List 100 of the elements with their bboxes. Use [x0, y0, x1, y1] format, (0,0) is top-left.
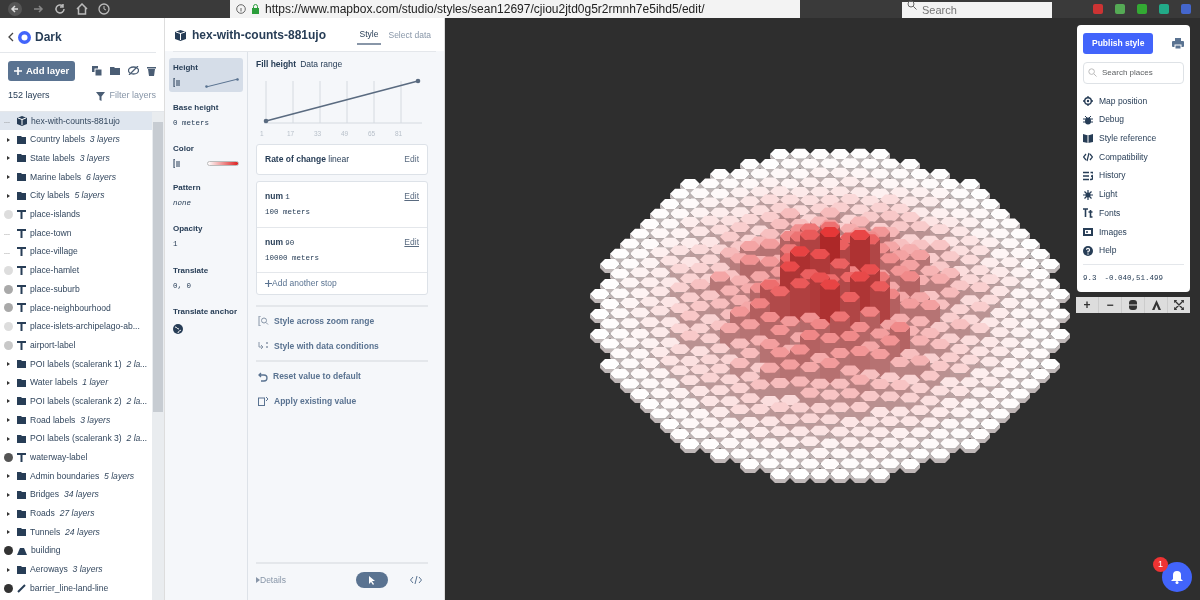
- layer-row[interactable]: POI labels (scalerank 2) 2 la...: [0, 392, 152, 411]
- notifications-button[interactable]: [1162, 562, 1192, 592]
- layer-row[interactable]: place-islets-archipelago-ab...: [0, 317, 152, 336]
- layer-row[interactable]: Country labels 3 layers: [0, 130, 152, 150]
- layer-group-name: Bridges 34 layers: [30, 488, 99, 502]
- layer-group-name: Road labels 3 layers: [30, 413, 111, 427]
- menu-item[interactable]: History: [1083, 166, 1184, 186]
- back-icon[interactable]: [8, 2, 22, 16]
- search-places-field[interactable]: Search places: [1083, 61, 1184, 84]
- folder-icon: [17, 397, 26, 406]
- publish-style-button[interactable]: Publish style: [1083, 33, 1154, 54]
- address-bar[interactable]: https://www.mapbox.com/studio/styles/sean12697/cjiou2jtd0g5r2rmnh7e5ihd5/edit/: [230, 0, 800, 18]
- layer-row[interactable]: place-suburb: [0, 279, 152, 299]
- property-item[interactable]: Height: [169, 57, 243, 92]
- layer-name: place-islets-archipelago-ab...: [30, 320, 140, 334]
- value-action-link[interactable]: Apply existing value: [256, 393, 428, 410]
- layer-group-name: Aeroways 3 layers: [30, 563, 103, 577]
- cube-icon: [175, 29, 186, 41]
- fullscreen-button[interactable]: [1168, 297, 1190, 313]
- image-icon: [1083, 226, 1093, 237]
- layer-name: place-town: [30, 226, 72, 240]
- extension-icon[interactable]: [1136, 3, 1148, 15]
- property-label: Translate: [173, 264, 210, 277]
- edit-link[interactable]: Edit: [404, 153, 419, 166]
- property-label: Color: [173, 143, 195, 155]
- zoom-button[interactable]: −: [1099, 297, 1121, 313]
- menu-item[interactable]: Images: [1083, 222, 1184, 242]
- layer-group-name: Marine labels 6 layers: [30, 170, 116, 184]
- layer-name: barrier_line-land-line: [30, 581, 109, 595]
- hide-icon[interactable]: [128, 66, 139, 76]
- filter-icon: [96, 91, 106, 101]
- property-item[interactable]: Color: [169, 139, 243, 172]
- layer-name: place-village: [30, 245, 78, 259]
- scrollbar-thumb[interactable]: [153, 121, 163, 412]
- property-item[interactable]: Translate anchor: [169, 301, 243, 339]
- add-stop-button[interactable]: Add another stop: [257, 273, 345, 294]
- menu-item[interactable]: Light: [1083, 185, 1184, 204]
- layer-row[interactable]: Water labels 1 layer: [0, 373, 152, 393]
- range-mode: Data range: [300, 57, 343, 71]
- layer-row[interactable]: Roads 27 layers: [0, 504, 152, 523]
- layer-row[interactable]: State labels 3 layers: [0, 149, 152, 168]
- menu-item[interactable]: Map position: [1083, 91, 1184, 111]
- layer-row[interactable]: City labels 5 layers: [0, 186, 152, 206]
- style-option-link[interactable]: Style with data conditions: [256, 337, 428, 355]
- select-tool-button[interactable]: [356, 572, 388, 588]
- menu-item[interactable]: Fonts: [1083, 203, 1184, 223]
- back-chevron-icon[interactable]: [8, 32, 14, 42]
- data-conditions-icon: [258, 340, 269, 351]
- duplicate-icon[interactable]: [92, 66, 102, 77]
- caret-icon: [256, 577, 260, 584]
- extension-icon[interactable]: [1114, 3, 1126, 15]
- layer-row[interactable]: waterway-label: [0, 448, 152, 467]
- layer-row[interactable]: place-hamlet: [0, 261, 152, 280]
- print-icon[interactable]: [1172, 38, 1184, 50]
- folder-icon[interactable]: [110, 66, 120, 76]
- layer-group-name: POI labels (scalerank 2) 2 la...: [30, 394, 148, 408]
- zoom-button[interactable]: +: [1076, 297, 1098, 313]
- scrollbar[interactable]: [152, 111, 164, 600]
- menu-item[interactable]: Debug: [1083, 110, 1184, 130]
- property-label: Height: [173, 61, 199, 74]
- edit-link[interactable]: Edit: [404, 190, 419, 204]
- forward-icon[interactable]: [32, 3, 44, 15]
- layer-row[interactable]: Aeroways 3 layers: [0, 560, 152, 579]
- layer-name: waterway-label: [30, 451, 88, 464]
- history-icon[interactable]: [98, 3, 110, 15]
- search-field[interactable]: Search: [902, 2, 1052, 19]
- refresh-icon[interactable]: [54, 3, 66, 15]
- layer-name: place-suburb: [30, 282, 80, 296]
- value-action-link[interactable]: Reset value to default: [256, 368, 428, 385]
- style-option-link[interactable]: Style across zoom range: [256, 312, 428, 330]
- delete-icon[interactable]: [147, 66, 156, 77]
- folder-icon: [17, 528, 26, 537]
- undo-icon: [258, 371, 268, 382]
- layer-row[interactable]: place-islands: [0, 205, 152, 224]
- layer-row[interactable]: airport-label: [0, 336, 152, 355]
- layer-row[interactable]: place-neighbourhood: [0, 298, 152, 318]
- logo-icon: [18, 30, 31, 44]
- code-icon: [410, 576, 422, 584]
- edit-link[interactable]: Edit: [404, 235, 419, 249]
- layer-count: 152 layers: [8, 89, 50, 103]
- add-layer-button[interactable]: Add layer: [8, 61, 76, 82]
- menu-item[interactable]: Compatibility: [1083, 147, 1184, 167]
- layer-row[interactable]: building: [0, 541, 152, 561]
- layer-row[interactable]: POI labels (scalerank 3) 2 la...: [0, 429, 152, 449]
- layer-row[interactable]: Admin boundaries 5 layers: [0, 466, 152, 486]
- layer-row[interactable]: Marine labels 6 layers: [0, 167, 152, 187]
- layer-row[interactable]: POI labels (scalerank 1) 2 la...: [0, 354, 152, 374]
- bearing-button[interactable]: [1122, 297, 1144, 313]
- layer-row[interactable]: barrier_line-land-line: [0, 578, 152, 598]
- menu-item[interactable]: Style reference: [1083, 129, 1184, 148]
- tab[interactable]: Style: [356, 26, 382, 45]
- layer-name: place-neighbourhood: [30, 301, 111, 315]
- layer-row[interactable]: Bridges 34 layers: [0, 485, 152, 505]
- text-layer-icon: [17, 452, 26, 462]
- home-icon[interactable]: [76, 3, 88, 15]
- extension-icon[interactable]: [1158, 3, 1170, 15]
- layer-row[interactable]: Tunnels 24 layers: [0, 522, 152, 542]
- pitch-button[interactable]: [1145, 297, 1167, 313]
- layer-row[interactable]: Road labels 3 layers: [0, 410, 152, 430]
- menu-item[interactable]: Help: [1083, 241, 1184, 260]
